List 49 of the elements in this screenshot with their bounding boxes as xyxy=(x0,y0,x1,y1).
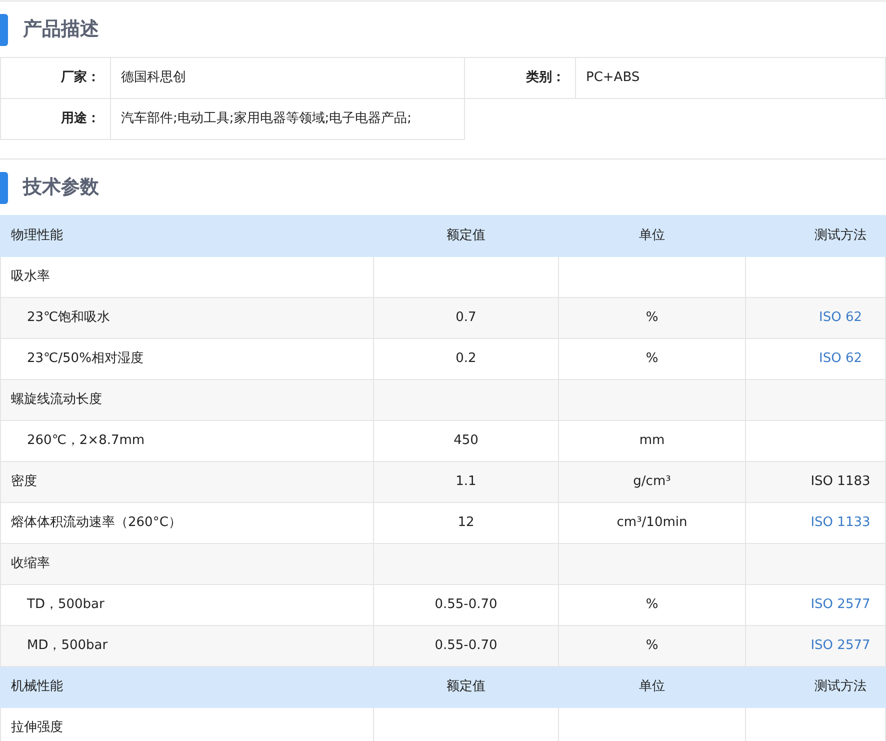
table-cell: 450 xyxy=(454,433,478,448)
table-cell: MD，500bar xyxy=(27,638,108,654)
standard-link[interactable]: ISO 2577 xyxy=(810,597,870,612)
table-cell: 0.7 xyxy=(456,310,476,326)
table-cell: 1.1 xyxy=(456,474,476,490)
table-cell: cm³/10min xyxy=(616,515,688,530)
column-header: 额定值 xyxy=(446,679,486,694)
field-label: 用途： xyxy=(61,111,100,126)
column-header: 机械性能 xyxy=(11,679,63,694)
table-cell: 吸水率 xyxy=(11,269,50,284)
table-cell: 23℃饱和吸水 xyxy=(27,310,110,326)
table-cell: ISO 1183 xyxy=(810,474,870,490)
section-title: 技术参数 xyxy=(23,175,99,200)
table-cell: 23℃/50%相对湿度 xyxy=(27,351,144,366)
table-cell: 收缩率 xyxy=(11,556,50,572)
field-label: 类别： xyxy=(526,70,565,86)
field-value: 汽车部件;电动工具;家用电器等领域;电子电器产品; xyxy=(121,111,412,126)
column-header: 单位 xyxy=(639,679,665,694)
field-value: 德国科思创 xyxy=(121,70,186,86)
section-marker xyxy=(0,172,8,204)
section-marker xyxy=(0,14,8,46)
table-cell: 螺旋线流动长度 xyxy=(11,392,102,408)
table-cell: % xyxy=(646,310,658,326)
table-cell: 密度 xyxy=(11,474,37,490)
column-header: 测试方法 xyxy=(814,228,866,244)
field-label: 厂家： xyxy=(61,70,100,86)
column-header: 测试方法 xyxy=(814,679,866,694)
table-cell: TD，500bar xyxy=(27,597,104,612)
table-cell: % xyxy=(646,597,658,612)
column-header: 单位 xyxy=(639,228,665,244)
standard-link[interactable]: ISO 1133 xyxy=(810,515,870,530)
standard-link[interactable]: ISO 62 xyxy=(819,351,862,366)
standard-link[interactable]: ISO 62 xyxy=(819,310,862,326)
table-cell: 12 xyxy=(458,515,474,530)
table-cell: 0.55-0.70 xyxy=(434,597,498,612)
table-cell: g/cm³ xyxy=(633,474,671,490)
field-value: PC+ABS xyxy=(586,70,640,86)
table-cell: mm xyxy=(639,433,665,448)
column-header: 物理性能 xyxy=(11,228,63,244)
table-cell: 0.55-0.70 xyxy=(434,638,498,654)
table-cell: 0.2 xyxy=(456,351,476,366)
table-cell: 260℃，2×8.7mm xyxy=(27,433,145,448)
column-header: 额定值 xyxy=(446,228,486,244)
table-cell: % xyxy=(646,638,658,654)
table-cell: 熔体体积流动速率（260°C） xyxy=(11,515,182,530)
table-cell: % xyxy=(646,351,658,366)
table-cell: 拉伸强度 xyxy=(11,720,63,736)
standard-link[interactable]: ISO 2577 xyxy=(810,638,870,654)
section-title: 产品描述 xyxy=(23,17,99,42)
